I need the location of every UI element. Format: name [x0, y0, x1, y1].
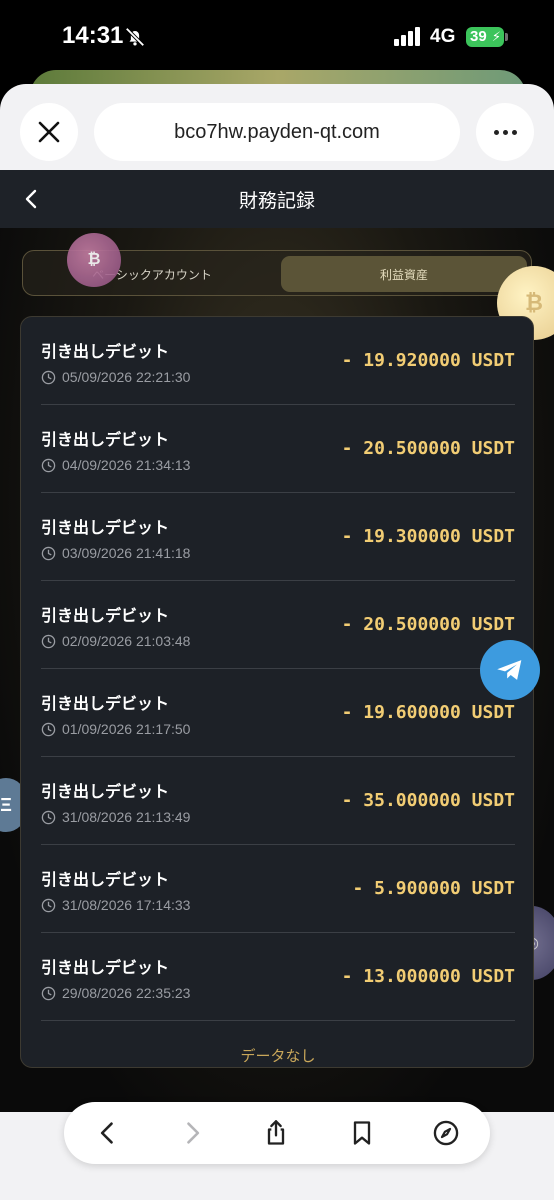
record-time: 31/08/2026 21:13:49 [41, 809, 190, 825]
record-amount: - 5.900000 USDT [352, 878, 515, 899]
bitcoin-coin-icon: ₿ [67, 233, 121, 287]
record-time: 02/09/2026 21:03:48 [41, 633, 190, 649]
battery-level: 39 [470, 28, 487, 45]
list-item[interactable]: 引き出しデビット 04/09/2026 21:34:13 - 20.500000… [41, 405, 515, 493]
record-title: 引き出しデビット [41, 608, 170, 625]
record-timestamp: 03/09/2026 21:41:18 [62, 545, 191, 561]
finance-records-page: 財務記録 ベーシックアカウント 利益資産 ₿ ₿ Ξ ◎ 引き出しデビット 05… [0, 170, 554, 1112]
record-time: 01/09/2026 21:17:50 [41, 721, 190, 737]
list-item[interactable]: 引き出しデビット 01/09/2026 21:17:50 - 19.600000… [41, 669, 515, 757]
record-title: 引き出しデビット [41, 960, 170, 977]
record-timestamp: 31/08/2026 17:14:33 [62, 897, 191, 913]
battery-indicator: 39 ⚡ [466, 27, 508, 47]
list-item[interactable]: 引き出しデビット 29/08/2026 22:35:23 - 13.000000… [41, 933, 515, 1021]
browser-forward-icon[interactable] [178, 1119, 206, 1147]
clock-icon [41, 898, 56, 912]
record-amount: - 19.600000 USDT [341, 702, 515, 723]
bookmark-icon[interactable] [348, 1119, 376, 1147]
url-bar[interactable]: bco7hw.payden-qt.com [94, 103, 460, 161]
record-title: 引き出しデビット [41, 872, 170, 889]
record-timestamp: 31/08/2026 21:13:49 [62, 809, 191, 825]
record-time: 03/09/2026 21:41:18 [41, 545, 190, 561]
close-icon [38, 121, 60, 143]
record-time: 31/08/2026 17:14:33 [41, 897, 190, 913]
record-amount: - 19.300000 USDT [341, 526, 515, 547]
clock-icon [41, 722, 56, 736]
record-timestamp: 04/09/2026 21:34:13 [62, 457, 191, 473]
clock-icon [41, 458, 56, 472]
record-title: 引き出しデビット [41, 784, 170, 801]
record-time: 04/09/2026 21:34:13 [41, 457, 190, 473]
record-title: 引き出しデビット [41, 344, 170, 361]
list-item[interactable]: 引き出しデビット 03/09/2026 21:41:18 - 19.300000… [41, 493, 515, 581]
no-more-data-label: データなし [240, 1048, 316, 1065]
record-timestamp: 02/09/2026 21:03:48 [62, 633, 191, 649]
page-title: 財務記録 [238, 191, 315, 212]
clock-icon [41, 370, 56, 384]
record-timestamp: 05/09/2026 22:21:30 [62, 369, 191, 385]
app-header: 財務記録 [0, 170, 554, 228]
record-time: 05/09/2026 22:21:30 [41, 369, 190, 385]
record-amount: - 19.920000 USDT [341, 350, 515, 371]
record-title: 引き出しデビット [41, 520, 170, 537]
close-tab-button[interactable] [20, 103, 78, 161]
clock-icon [41, 546, 56, 560]
record-amount: - 20.500000 USDT [341, 614, 515, 635]
record-time: 29/08/2026 22:35:23 [41, 985, 190, 1001]
tab-profit-assets[interactable]: 利益資産 [281, 256, 527, 292]
record-amount: - 35.000000 USDT [341, 790, 515, 811]
records-list: 引き出しデビット 05/09/2026 22:21:30 - 19.920000… [20, 316, 534, 1068]
network-type: 4G [430, 26, 456, 47]
list-item[interactable]: 引き出しデビット 31/08/2026 21:13:49 - 35.000000… [41, 757, 515, 845]
clock-icon [41, 634, 56, 648]
share-icon[interactable] [262, 1119, 290, 1147]
clock-icon [41, 810, 56, 824]
status-time: 14:31 [62, 22, 124, 49]
tab-basic-account[interactable]: ベーシックアカウント [27, 256, 277, 292]
signal-icon [394, 27, 420, 46]
list-item[interactable]: 引き出しデビット 31/08/2026 17:14:33 - 5.900000 … [41, 845, 515, 933]
record-amount: - 20.500000 USDT [341, 438, 515, 459]
record-title: 引き出しデビット [41, 696, 170, 713]
more-icon [493, 129, 499, 135]
record-timestamp: 01/09/2026 21:17:50 [62, 721, 191, 737]
telegram-button[interactable] [480, 640, 540, 700]
browser-top-bar: bco7hw.payden-qt.com [0, 84, 554, 170]
telegram-icon [497, 660, 522, 680]
clock-icon [41, 986, 56, 1000]
browser-toolbar [64, 1102, 490, 1164]
bell-off-icon [125, 27, 145, 47]
charging-bolt-icon: ⚡ [491, 29, 501, 44]
more-options-button[interactable] [476, 103, 534, 161]
status-bar: 14:31 4G 39 ⚡ [0, 0, 554, 76]
list-item[interactable]: 引き出しデビット 02/09/2026 21:03:48 - 20.500000… [41, 581, 515, 669]
record-timestamp: 29/08/2026 22:35:23 [62, 985, 191, 1001]
list-item[interactable]: 引き出しデビット 05/09/2026 22:21:30 - 19.920000… [41, 317, 515, 405]
browser-back-icon[interactable] [94, 1119, 122, 1147]
record-amount: - 13.000000 USDT [341, 966, 515, 987]
compass-icon[interactable] [432, 1119, 460, 1147]
record-title: 引き出しデビット [41, 432, 170, 449]
